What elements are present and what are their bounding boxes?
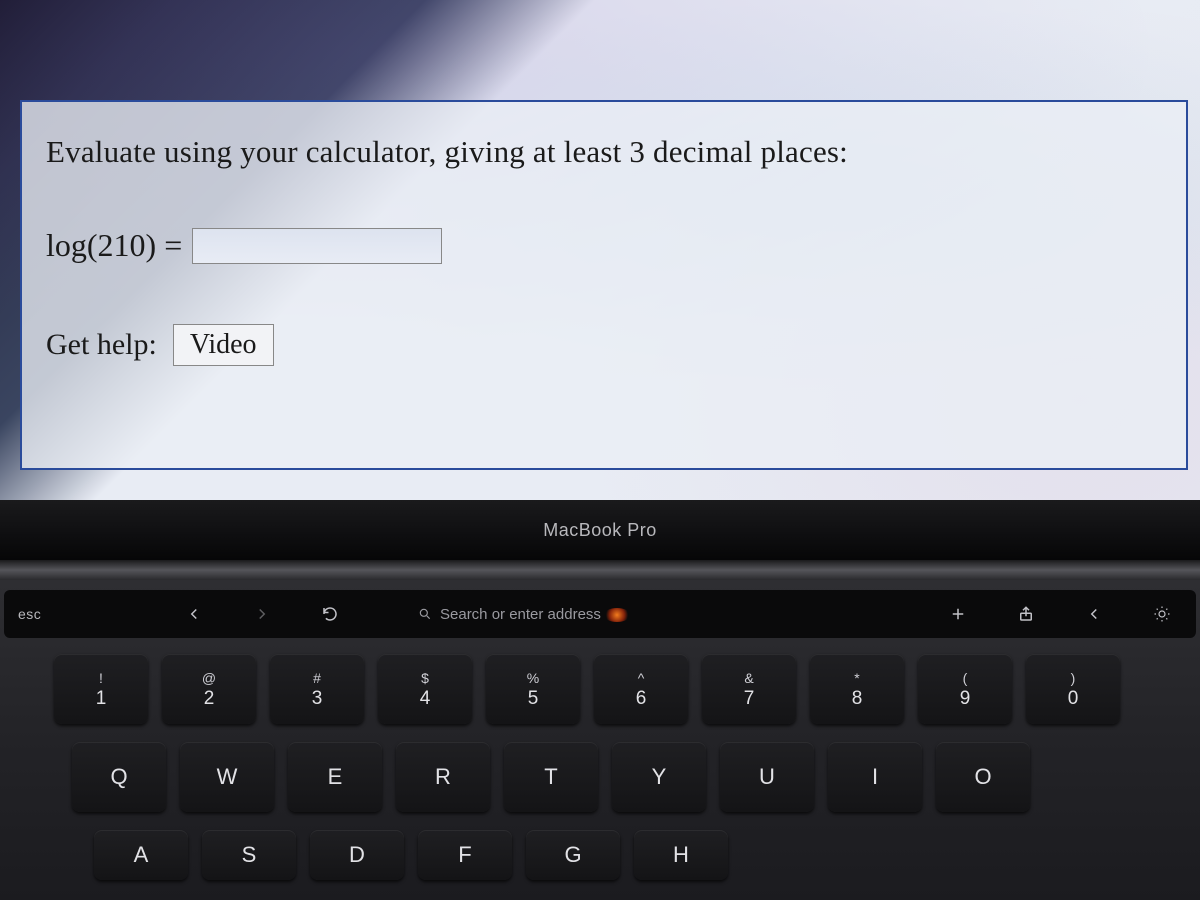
key-7[interactable]: &7 [702,654,796,724]
laptop-hinge [0,560,1200,580]
key-s[interactable]: S [202,830,296,880]
help-label: Get help: [46,328,157,362]
key-d[interactable]: D [310,830,404,880]
key-2[interactable]: @2 [162,654,256,724]
key-u[interactable]: U [720,742,814,812]
key-y[interactable]: Y [612,742,706,812]
key-f[interactable]: F [418,830,512,880]
forward-icon[interactable] [242,605,282,623]
question-prompt: Evaluate using your calculator, giving a… [46,132,1166,172]
key-a[interactable]: A [94,830,188,880]
key-h[interactable]: H [634,830,728,880]
key-q[interactable]: Q [72,742,166,812]
brightness-icon[interactable] [1142,605,1182,623]
screen-bezel: MacBook Pro [0,500,1200,560]
key-r[interactable]: R [396,742,490,812]
back-icon[interactable] [174,605,214,623]
answer-input[interactable] [192,228,442,264]
key-8[interactable]: *8 [810,654,904,724]
key-w[interactable]: W [180,742,274,812]
question-box: Evaluate using your calculator, giving a… [20,100,1188,470]
macbook-label: MacBook Pro [543,520,657,541]
asdf-row: A S D F G H [0,830,1200,880]
key-5[interactable]: %5 [486,654,580,724]
touchbar-search-label: Search or enter address [440,606,601,623]
equation-row: log(210) = [46,227,1166,264]
search-icon [418,607,432,621]
key-0[interactable]: )0 [1026,654,1120,724]
plus-icon[interactable] [938,605,978,623]
help-row: Get help: Video [46,324,1166,366]
key-1[interactable]: !1 [54,654,148,724]
key-i[interactable]: I [828,742,922,812]
laptop-screen: Evaluate using your calculator, giving a… [0,0,1200,500]
key-4[interactable]: $4 [378,654,472,724]
key-g[interactable]: G [526,830,620,880]
video-button[interactable]: Video [173,324,274,366]
touchbar-search[interactable]: Search or enter address [418,606,601,623]
share-icon[interactable] [1006,605,1046,623]
keyboard: esc Search or enter address ! [0,580,1200,900]
touchbar-glow [604,608,630,622]
chevron-left-icon[interactable] [1074,605,1114,623]
touchbar-esc[interactable]: esc [18,606,88,622]
touch-bar[interactable]: esc Search or enter address [4,590,1196,638]
key-e[interactable]: E [288,742,382,812]
key-9[interactable]: (9 [918,654,1012,724]
equation-text: log(210) = [46,227,182,264]
key-6[interactable]: ^6 [594,654,688,724]
qwerty-row: Q W E R T Y U I O [0,742,1200,812]
reload-icon[interactable] [310,605,350,623]
key-3[interactable]: #3 [270,654,364,724]
key-t[interactable]: T [504,742,598,812]
number-row: !1 @2 #3 $4 %5 ^6 &7 *8 (9 )0 [0,654,1200,724]
key-o[interactable]: O [936,742,1030,812]
